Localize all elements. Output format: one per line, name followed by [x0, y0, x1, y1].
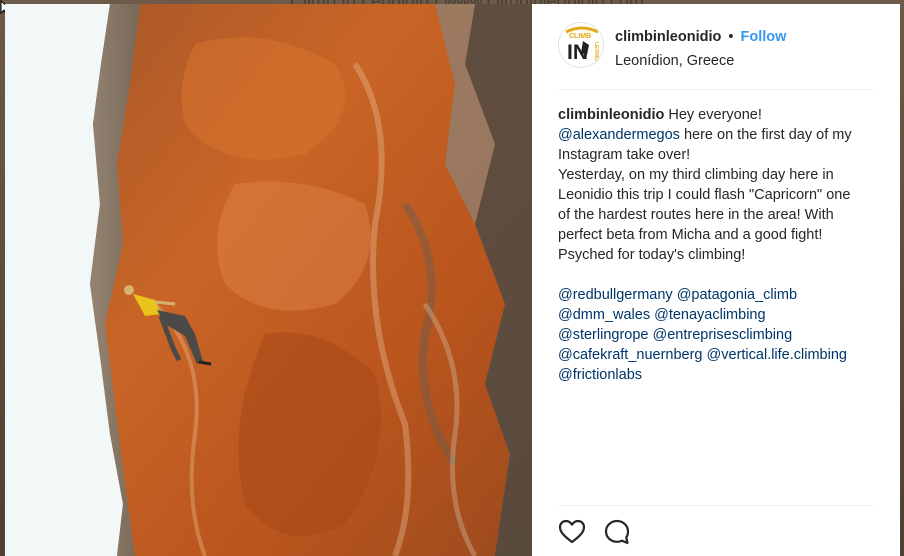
avatar[interactable]: CLIMB IN LEONIDIO — [558, 22, 604, 68]
tag-line: @dmm_wales @tenayaclimbing — [558, 305, 876, 325]
svg-text:LEONIDIO: LEONIDIO — [593, 42, 599, 66]
mention-link[interactable]: @alexandermegos — [558, 127, 680, 143]
caption-text: here on the first day of my — [679, 127, 852, 143]
tag-line: @sterlingrope @entreprisesclimbing — [558, 325, 876, 345]
svg-text:CLIMB: CLIMB — [569, 33, 591, 40]
caption-text: Leonidio this trip I could flash "Capric… — [558, 187, 851, 203]
mention-link[interactable]: @cafekraft_nuernberg — [558, 347, 703, 363]
caption-line: climbinleonidio Hey everyone! — [558, 105, 876, 125]
heart-icon[interactable] — [558, 518, 586, 546]
post-details-panel: CLIMB IN LEONIDIO climbinleonidio • Foll… — [532, 4, 900, 556]
username-link[interactable]: climbinleonidio — [615, 29, 721, 45]
user-line: climbinleonidio • Follow — [615, 29, 786, 45]
caption-text: perfect beta from Micha and a good fight… — [558, 227, 823, 243]
mention-link[interactable]: @entreprisesclimbing — [653, 327, 793, 343]
post-modal: CLIMB IN LEONIDIO climbinleonidio • Foll… — [5, 4, 900, 556]
mention-link[interactable]: @tenayaclimbing — [654, 307, 765, 323]
mention-link[interactable]: @frictionlabs — [558, 367, 642, 383]
caption-owner-link[interactable]: climbinleonidio — [558, 107, 664, 123]
caption-text: Instagram take over! — [558, 147, 691, 163]
climbing-photo-image — [5, 4, 532, 556]
caption-line: @alexandermegos here on the first day of… — [558, 125, 876, 145]
caption-text: Psyched for today's climbing! — [558, 247, 746, 263]
post-photo[interactable] — [5, 4, 532, 556]
tag-line: @redbullgermany @patagonia_climb — [558, 285, 876, 305]
mention-link[interactable]: @dmm_wales — [558, 307, 650, 323]
follow-button[interactable]: Follow — [740, 29, 786, 45]
mention-link[interactable]: @vertical.life.climbing — [707, 347, 847, 363]
mention-link[interactable]: @patagonia_climb — [677, 287, 797, 303]
caption-text: Hey everyone! — [664, 107, 762, 123]
climbinleonidio-logo-icon: CLIMB IN LEONIDIO — [559, 23, 603, 67]
speech-bubble-icon[interactable] — [603, 518, 631, 546]
tag-line: @frictionlabs — [558, 365, 876, 385]
mention-link[interactable]: @redbullgermany — [558, 287, 673, 303]
caption-text: of the hardest routes here in the area! … — [558, 207, 834, 223]
mention-link[interactable]: @sterlingrope — [558, 327, 648, 343]
post-header: CLIMB IN LEONIDIO climbinleonidio • Foll… — [558, 22, 874, 90]
post-actions — [558, 505, 874, 556]
tag-line: @cafekraft_nuernberg @vertical.life.clim… — [558, 345, 876, 365]
post-caption: climbinleonidio Hey everyone! @alexander… — [558, 105, 876, 385]
location-link[interactable]: Leonídion, Greece — [615, 53, 734, 69]
separator-dot: • — [728, 29, 734, 45]
caption-text: Yesterday, on my third climbing day here… — [558, 167, 834, 183]
